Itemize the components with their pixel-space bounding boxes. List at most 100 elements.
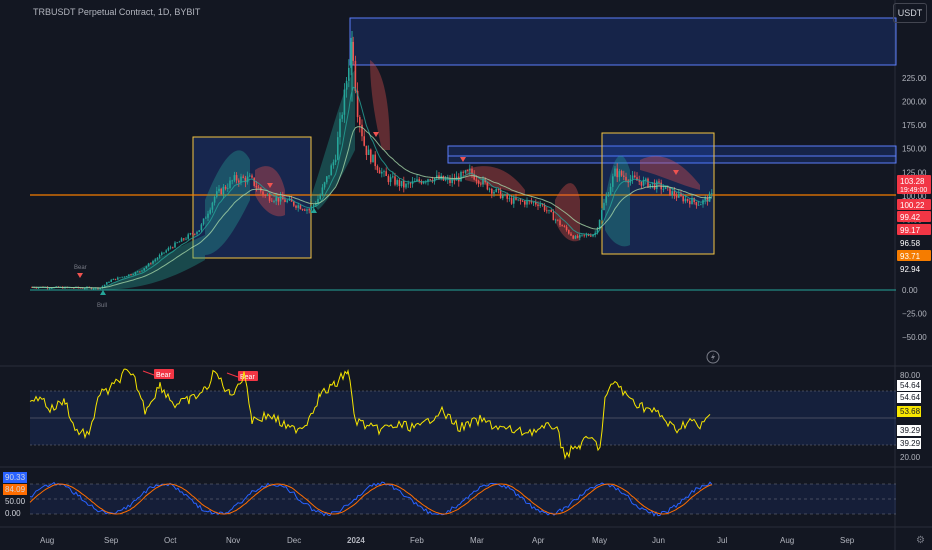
candle-body <box>240 176 242 183</box>
candle-body <box>271 200 273 202</box>
candle-body <box>341 114 343 119</box>
price-badge-text: 92.94 <box>900 265 921 274</box>
candle-body <box>370 149 372 163</box>
candle-body <box>207 213 209 218</box>
gear-icon[interactable]: ⚙ <box>916 535 925 546</box>
candle-body <box>352 41 354 61</box>
candle-body <box>598 219 601 229</box>
rsi-tick: 39.29 <box>897 438 921 449</box>
candle-body <box>612 176 614 187</box>
time-tick-label: Oct <box>164 536 177 545</box>
candle-body <box>367 149 370 156</box>
candle-body <box>330 165 332 176</box>
candle-body <box>191 233 194 235</box>
candle-body <box>178 241 181 243</box>
stoch-tick-label: 0.00 <box>5 509 21 518</box>
chart-canvas[interactable]: BearBullBear Bear 225.00200.00175.00150.0… <box>0 0 932 550</box>
candle-body <box>550 209 552 212</box>
candle-body <box>392 176 394 178</box>
candle-body <box>174 242 176 248</box>
candle-body <box>686 198 689 201</box>
candle-body <box>554 219 557 221</box>
candle-body <box>284 199 286 202</box>
candle-body <box>172 247 174 249</box>
candle-body <box>348 67 350 81</box>
candle-body <box>143 268 145 271</box>
candle-body <box>306 209 308 211</box>
candle-body <box>640 181 643 186</box>
currency-button[interactable]: USDT <box>893 3 927 23</box>
candle-body <box>216 191 218 197</box>
symbol-title[interactable]: TRBUSDT Perpetual Contract, 1D, BYBIT <box>33 7 200 17</box>
stoch-tick: 84.09 <box>3 484 27 495</box>
candle-body <box>106 282 108 285</box>
candle-body <box>631 175 634 180</box>
candle-body <box>671 191 673 196</box>
candle-body <box>385 171 387 176</box>
candle-body <box>695 201 698 206</box>
candle-body <box>491 188 493 194</box>
candle-body <box>354 60 357 91</box>
candle-body <box>117 277 119 280</box>
candle-body <box>557 219 559 221</box>
rsi-tick-label: 20.00 <box>900 453 921 462</box>
candle-body <box>398 180 401 187</box>
candle-body <box>570 233 572 236</box>
candle-body <box>328 175 330 177</box>
candle-body <box>266 195 269 196</box>
candle-body <box>136 271 139 273</box>
price-tick-label: 0.00 <box>902 286 918 295</box>
candle-body <box>128 274 130 277</box>
candle-body <box>169 247 172 249</box>
candle-body <box>231 180 233 182</box>
time-tick-label: Jul <box>717 536 727 545</box>
candle-body <box>504 194 506 196</box>
candle-body <box>235 175 238 181</box>
candle-body <box>323 182 326 188</box>
candle-body <box>218 188 220 192</box>
candle-body <box>616 168 618 178</box>
candle-body <box>572 235 574 239</box>
candle-body <box>110 279 112 283</box>
candle-body <box>469 168 471 171</box>
candle-body <box>198 230 200 232</box>
candle-body <box>257 187 260 189</box>
candle-body <box>495 189 497 192</box>
candle-body <box>546 210 548 212</box>
candle-body <box>625 176 627 181</box>
candle-body <box>552 211 555 221</box>
candle-body <box>662 188 665 190</box>
price-badge-text: 99.17 <box>900 226 921 235</box>
candle-body <box>200 224 203 231</box>
candle-body <box>121 276 123 278</box>
stoch-tick: 50.00 <box>5 497 26 506</box>
candle-body <box>460 171 462 182</box>
candle-body <box>678 193 680 198</box>
time-tick-label: Feb <box>410 536 424 545</box>
rsi-tick: 54.64 <box>897 392 921 403</box>
candle-body <box>524 201 526 205</box>
candle-body <box>92 288 95 290</box>
rsi-tick-label: 39.29 <box>900 439 921 448</box>
price-badge: 103.2819:49:00 <box>897 175 931 194</box>
candle-body <box>506 194 508 199</box>
stoch-pane[interactable] <box>29 481 896 517</box>
candle-body <box>132 274 134 276</box>
bear-marker-label: Bear <box>74 265 87 271</box>
price-tick-label: 200.00 <box>902 98 927 107</box>
candle-body <box>623 175 625 177</box>
candle-body <box>618 171 621 178</box>
candle-body <box>462 171 464 173</box>
candle-body <box>383 171 385 173</box>
candle-body <box>537 204 539 207</box>
candle-body <box>673 191 676 196</box>
candle-body <box>372 154 374 163</box>
bull-marker-label: Bull <box>97 303 107 309</box>
candle-body <box>297 205 299 208</box>
candle-body <box>585 234 588 236</box>
rsi-tick-label: 80.00 <box>900 371 921 380</box>
candle-body <box>581 234 583 236</box>
stoch-tick: 0.00 <box>5 509 21 518</box>
candle-body <box>396 180 398 185</box>
time-tick-label: Nov <box>226 536 240 545</box>
